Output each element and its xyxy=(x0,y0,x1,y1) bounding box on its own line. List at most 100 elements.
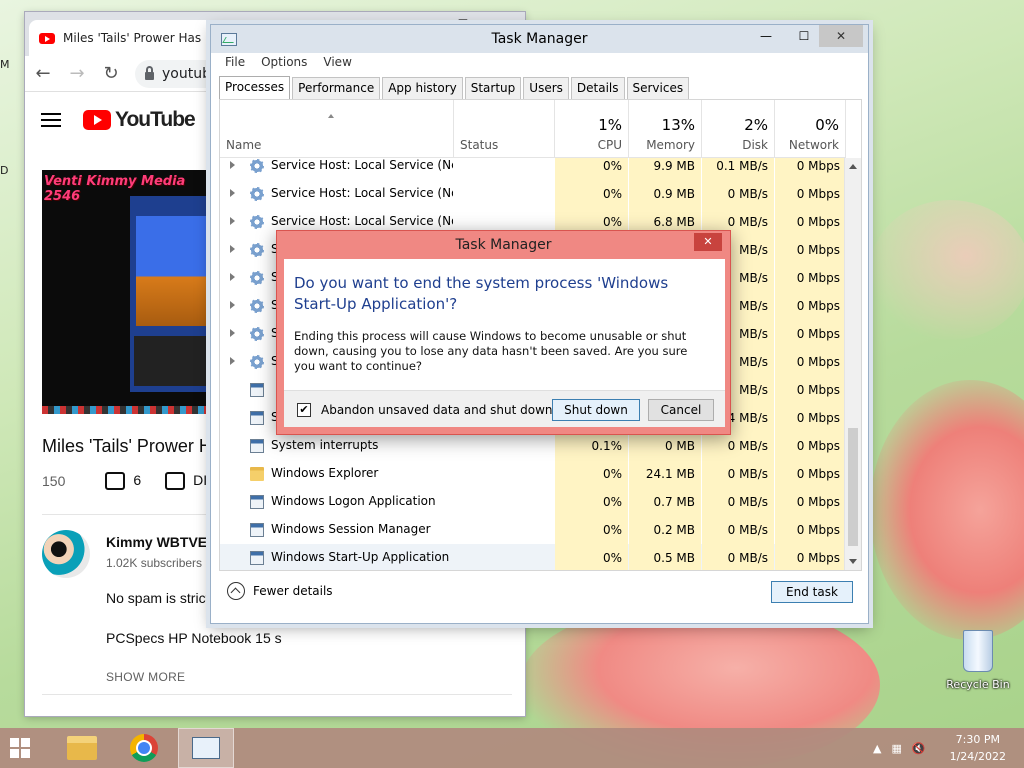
shut-down-button[interactable]: Shut down xyxy=(552,399,640,421)
column-header-name[interactable]: Name xyxy=(220,100,454,158)
scroll-thumb[interactable] xyxy=(848,428,858,546)
network-cell: 0 Mbps xyxy=(775,348,846,376)
column-header-memory[interactable]: 13% Memory xyxy=(629,100,702,158)
expand-arrow-icon[interactable] xyxy=(230,161,235,169)
column-label: Network xyxy=(788,138,839,152)
expand-arrow-icon[interactable] xyxy=(230,273,235,281)
end-task-button[interactable]: End task xyxy=(771,581,853,603)
process-name: System interrupts xyxy=(271,438,379,452)
menu-options[interactable]: Options xyxy=(261,55,307,69)
scroll-down-icon[interactable] xyxy=(849,559,857,564)
disk-cell: 0.1 MB/s xyxy=(702,158,774,180)
tab-performance[interactable]: Performance xyxy=(292,77,381,99)
chrome-tab[interactable]: Miles 'Tails' Prower Has BSOD xyxy=(29,20,229,56)
network-cell: 0 Mbps xyxy=(775,460,846,488)
network-cell: 0 Mbps xyxy=(775,236,846,264)
menu-view[interactable]: View xyxy=(323,55,351,69)
app-window-icon xyxy=(250,383,264,397)
expand-arrow-icon[interactable] xyxy=(230,329,235,337)
start-button[interactable] xyxy=(10,738,30,758)
hamburger-menu-icon[interactable] xyxy=(41,113,61,127)
expand-arrow-icon[interactable] xyxy=(230,245,235,253)
menu-file[interactable]: File xyxy=(225,55,245,69)
chrome-tab-title: Miles 'Tails' Prower Has BSOD xyxy=(63,31,229,45)
minimize-button[interactable]: — xyxy=(749,25,783,47)
column-label: Status xyxy=(460,138,499,152)
vertical-scrollbar[interactable] xyxy=(844,158,861,570)
like-count: 6 xyxy=(133,472,142,488)
expand-arrow-icon[interactable] xyxy=(230,301,235,309)
expand-arrow-icon[interactable] xyxy=(230,357,235,365)
tab-startup[interactable]: Startup xyxy=(464,77,522,99)
dialog-close-button[interactable]: ✕ xyxy=(694,233,722,251)
network-total: 0% xyxy=(815,116,839,134)
youtube-logo[interactable]: YouTube xyxy=(83,108,196,132)
lock-icon xyxy=(145,65,154,80)
youtube-play-icon xyxy=(83,110,111,130)
recycle-bin[interactable]: Recycle Bin xyxy=(940,630,1016,691)
gear-icon xyxy=(250,187,264,201)
app-window-icon xyxy=(250,523,264,537)
gear-icon xyxy=(250,355,264,369)
column-header-status[interactable]: Status xyxy=(454,100,555,158)
taskbar-chrome[interactable] xyxy=(116,728,172,768)
memory-total: 13% xyxy=(661,116,695,134)
show-hidden-icons-icon[interactable]: ▲ xyxy=(873,742,881,755)
clock[interactable]: 7:30 PM 1/24/2022 xyxy=(950,731,1006,765)
process-name: Service Host: Local Service (No I... xyxy=(271,186,453,200)
wallpaper-petal xyxy=(870,200,1024,340)
cpu-total: 1% xyxy=(598,116,622,134)
memory-cell: 0.9 MB xyxy=(629,180,701,208)
memory-cell: 0 MB xyxy=(629,432,701,460)
reload-icon[interactable]: ↻ xyxy=(101,63,121,84)
disk-cell: 0 MB/s xyxy=(702,488,774,516)
channel-avatar[interactable] xyxy=(42,530,90,578)
table-row[interactable]: Windows Logon Application 0% 0.7 MB 0 MB/s 0… xyxy=(220,488,846,516)
show-more-button[interactable]: SHOW MORE xyxy=(106,670,185,684)
network-icon[interactable]: ▦ xyxy=(891,742,901,755)
close-button[interactable]: ✕ xyxy=(819,25,863,47)
expand-arrow-icon[interactable] xyxy=(230,189,235,197)
column-header-cpu[interactable]: 1% CPU xyxy=(555,100,629,158)
scroll-up-icon[interactable] xyxy=(849,164,857,169)
tab-strip: Processes Performance App history Startu… xyxy=(219,76,690,99)
forward-arrow-icon[interactable]: → xyxy=(67,63,87,84)
column-header-network[interactable]: 0% Network xyxy=(775,100,846,158)
recycle-bin-label: Recycle Bin xyxy=(946,678,1010,691)
tab-processes[interactable]: Processes xyxy=(219,76,291,99)
tab-users[interactable]: Users xyxy=(523,77,569,99)
table-row[interactable]: Service Host: Local Service (Net... 0%9.9… xyxy=(220,158,846,180)
table-row[interactable]: Service Host: Local Service (No I... 0%0.… xyxy=(220,180,846,208)
tab-services[interactable]: Services xyxy=(626,77,690,99)
tab-app-history[interactable]: App history xyxy=(382,77,463,99)
desktop-icon-fragment[interactable]: D xyxy=(0,164,8,177)
thumbs-down-icon xyxy=(165,472,186,491)
video-player[interactable]: Venti Kimmy Media 2546 xyxy=(42,170,212,414)
taskbar-file-explorer[interactable] xyxy=(54,728,110,768)
view-count: 150 xyxy=(42,473,66,490)
disk-cell: 0 MB/s xyxy=(702,432,774,460)
column-label: Memory xyxy=(646,138,695,152)
expand-arrow-icon[interactable] xyxy=(230,217,235,225)
gear-icon xyxy=(250,159,264,173)
table-row[interactable]: System interrupts 0.1% 0 MB 0 MB/s 0 Mbps xyxy=(220,432,846,460)
cancel-button[interactable]: Cancel xyxy=(648,399,714,421)
tab-details[interactable]: Details xyxy=(570,77,625,99)
table-row[interactable]: Windows Explorer 0% 24.1 MB 0 MB/s 0 Mbps xyxy=(220,460,846,488)
like-button[interactable]: 6 xyxy=(105,472,142,491)
volume-muted-icon[interactable]: 🔇 xyxy=(912,742,926,755)
dialog-message: Ending this process will cause Windows t… xyxy=(294,329,688,373)
maximize-button[interactable]: ☐ xyxy=(787,25,821,47)
checkbox-label[interactable]: Abandon unsaved data and shut down. xyxy=(321,403,556,417)
back-arrow-icon[interactable]: ← xyxy=(33,63,53,84)
table-row[interactable]: Windows Session Manager 0% 0.2 MB 0 MB/s 0 M… xyxy=(220,516,846,544)
desktop-icon-fragment[interactable]: M xyxy=(0,58,10,71)
fewer-details-button[interactable]: Fewer details xyxy=(227,582,333,600)
column-label: Disk xyxy=(742,138,768,152)
folder-icon xyxy=(250,467,264,481)
table-row[interactable]: Windows Start-Up Application 0% 0.5 MB 0 MB… xyxy=(220,544,846,570)
taskbar-task-manager[interactable] xyxy=(178,728,234,768)
abandon-data-checkbox[interactable]: ✔ xyxy=(297,403,311,417)
network-cell: 0 Mbps xyxy=(775,544,846,570)
column-header-disk[interactable]: 2% Disk xyxy=(702,100,775,158)
